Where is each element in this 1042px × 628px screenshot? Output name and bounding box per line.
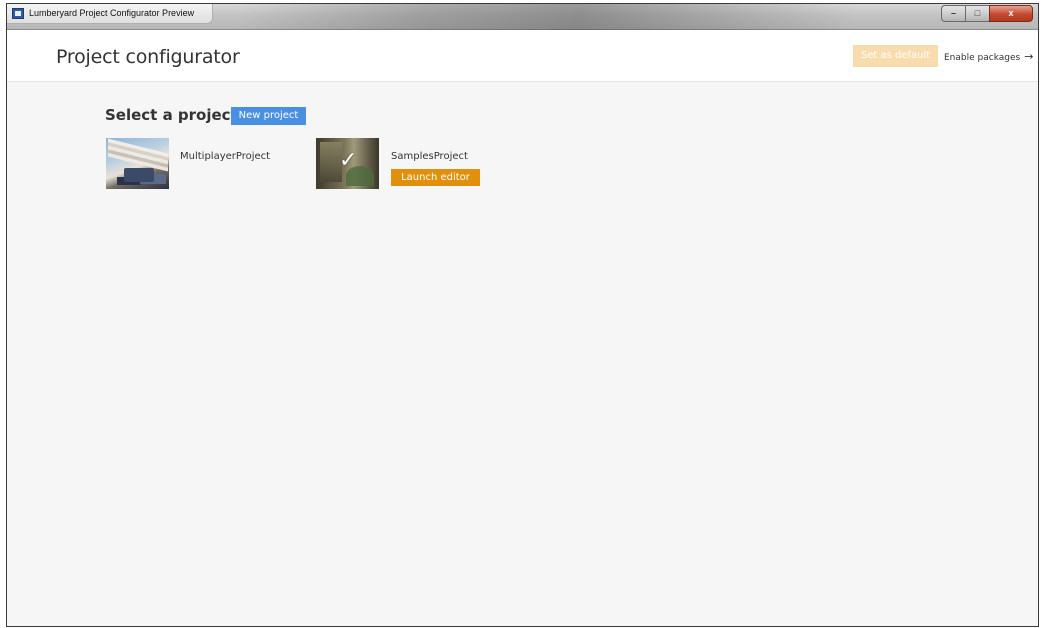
app-window: Lumberyard Project Configurator Preview … [6, 3, 1039, 627]
set-as-default-button[interactable]: Set as default [853, 45, 938, 67]
page-title: Project configurator [56, 46, 240, 68]
project-card-samples[interactable]: ✓ SamplesProject Launch editor [316, 138, 516, 190]
close-button[interactable]: x [989, 5, 1033, 22]
title-bar[interactable]: Lumberyard Project Configurator Preview … [7, 4, 1038, 30]
enable-packages-label: Enable packages [944, 53, 1021, 63]
arrow-right-icon: → [1024, 50, 1034, 63]
section-title: Select a project [105, 106, 238, 124]
maximize-button[interactable]: □ [965, 5, 989, 22]
window-controls: – □ x [941, 5, 1033, 22]
project-thumbnail[interactable] [106, 138, 169, 189]
minimize-button[interactable]: – [941, 5, 965, 22]
enable-packages-link[interactable]: Enable packages → [944, 50, 1033, 63]
project-thumbnail[interactable]: ✓ [316, 138, 379, 189]
project-card-multiplayer[interactable]: MultiplayerProject [106, 138, 286, 190]
app-icon [12, 8, 24, 19]
title-tab: Lumberyard Project Configurator Preview [7, 4, 213, 24]
launch-editor-button[interactable]: Launch editor [391, 169, 480, 186]
new-project-button[interactable]: New project [231, 107, 306, 125]
project-name[interactable]: SamplesProject [391, 151, 468, 162]
header-bar: Project configurator Set as default Enab… [7, 30, 1038, 82]
window-title: Lumberyard Project Configurator Preview [29, 8, 195, 18]
project-name[interactable]: MultiplayerProject [180, 151, 270, 162]
checkmark-icon: ✓ [339, 148, 358, 173]
